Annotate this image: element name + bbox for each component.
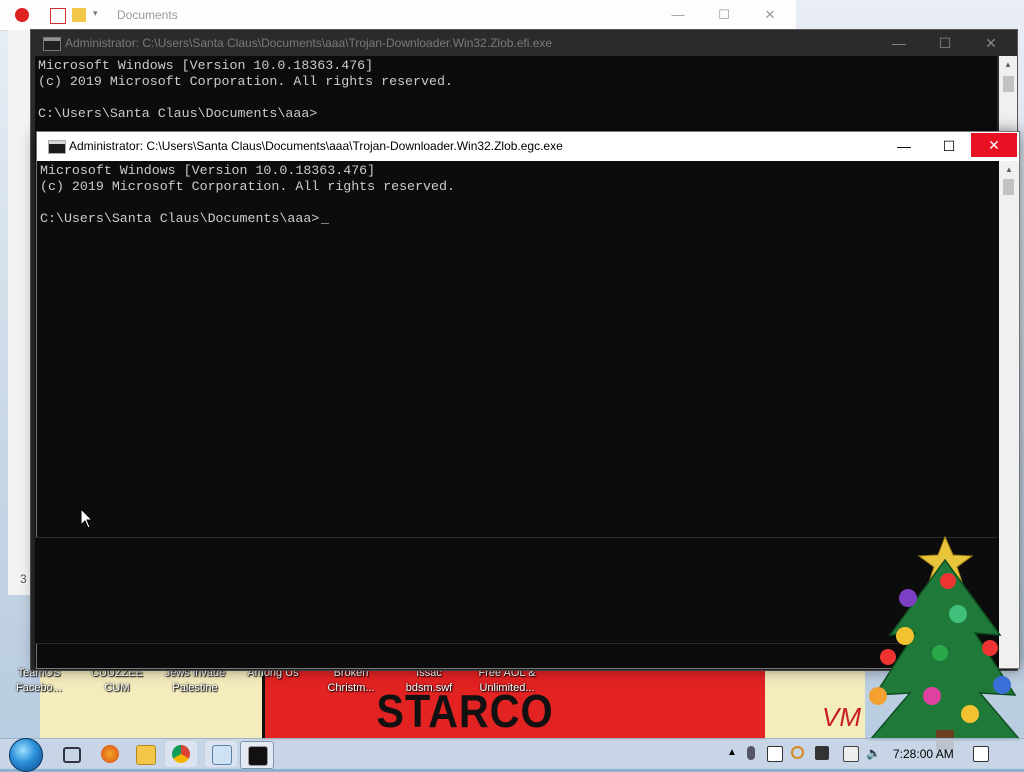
volume-icon[interactable]: 🔈 <box>866 746 881 760</box>
folder-icon <box>136 745 156 765</box>
ornament-icon <box>869 687 887 705</box>
ornament-icon <box>932 645 948 661</box>
ornament-icon <box>961 705 979 723</box>
ornament-icon <box>899 589 917 607</box>
ime-icon[interactable] <box>767 746 783 762</box>
taskbar-command-prompt[interactable] <box>240 741 274 769</box>
close-button[interactable]: ✕ <box>747 5 793 25</box>
desktop-icon-label: Unlimited... <box>479 682 535 694</box>
desktop-icon-label: CUM <box>104 682 130 694</box>
cmd-titlebar[interactable]: Administrator: C:\Users\Santa Claus\Docu… <box>31 30 1017 56</box>
task-view-icon <box>63 747 81 763</box>
start-button[interactable] <box>6 738 44 772</box>
ornament-icon <box>896 627 914 645</box>
text-cursor: _ <box>321 211 329 226</box>
window-title: Documents <box>117 8 178 22</box>
taskbar-task-view[interactable] <box>56 741 88 767</box>
maximize-button[interactable]: ☐ <box>926 133 972 159</box>
properties-icon[interactable] <box>50 8 66 24</box>
christmas-tree-decoration <box>868 535 1020 750</box>
scrollbar-thumb[interactable] <box>1003 179 1014 195</box>
desktop-icon-label: Christm... <box>327 682 375 694</box>
new-folder-icon[interactable] <box>72 8 86 22</box>
clock[interactable]: 7:28:00 AM <box>893 747 954 761</box>
ornament-icon <box>993 676 1011 694</box>
firefox-icon <box>101 745 119 763</box>
explorer-titlebar[interactable]: ▾ Documents — ☐ ✕ <box>0 0 796 31</box>
taskbar: ▲ 🔈 7:28:00 AM <box>0 738 1024 772</box>
chrome-icon <box>172 745 190 763</box>
minimize-button[interactable]: — <box>655 5 701 25</box>
security-icon[interactable] <box>815 746 829 760</box>
desktop-icon-label: bdsm.swf <box>405 682 453 694</box>
chevron-down-icon[interactable]: ▾ <box>93 8 107 22</box>
cmd-app-icon <box>48 140 66 154</box>
chevron-up-icon[interactable]: ▲ <box>727 746 741 760</box>
scroll-up-icon[interactable]: ▲ <box>999 56 1017 73</box>
command-prompt-icon <box>248 746 268 766</box>
app-icon[interactable] <box>15 8 29 22</box>
ornament-icon <box>982 640 998 656</box>
taskbar-control-panel[interactable] <box>205 741 237 767</box>
desktop-icon-label: Palestine <box>172 682 218 694</box>
taskbar-chrome[interactable] <box>165 741 197 767</box>
desktop-icon-label: Facebo... <box>16 682 62 694</box>
windows-logo-icon <box>9 738 43 772</box>
console-text: Microsoft Windows [Version 10.0.18363.47… <box>38 58 453 121</box>
scrollbar-thumb[interactable] <box>1003 76 1014 92</box>
minimize-button[interactable]: — <box>881 133 927 159</box>
cmd-titlebar[interactable]: Administrator: C:\Users\Santa Claus\Docu… <box>37 132 1019 161</box>
maximize-button[interactable]: ☐ <box>922 30 968 56</box>
control-panel-icon <box>212 745 232 765</box>
scroll-up-icon[interactable]: ▲ <box>999 161 1019 178</box>
network-icon[interactable] <box>843 746 859 762</box>
mouse-cursor-icon <box>80 508 94 529</box>
close-button[interactable]: ✕ <box>971 133 1017 157</box>
ornament-icon <box>880 649 896 665</box>
ornament-icon <box>940 573 956 589</box>
ornament-icon <box>949 605 967 623</box>
explorer-status-text: 3 <box>20 572 27 586</box>
window-title: Administrator: C:\Users\Santa Claus\Docu… <box>65 36 553 50</box>
taskbar-file-explorer[interactable] <box>129 741 161 767</box>
maximize-button[interactable]: ☐ <box>701 5 747 25</box>
close-button[interactable]: ✕ <box>968 30 1014 56</box>
taskbar-firefox[interactable] <box>94 741 126 767</box>
microphone-icon[interactable] <box>747 746 755 760</box>
console-text: Microsoft Windows [Version 10.0.18363.47… <box>40 163 455 226</box>
notifications-icon[interactable] <box>973 746 989 762</box>
search-icon[interactable] <box>791 746 804 759</box>
window-title: Administrator: C:\Users\Santa Claus\Docu… <box>69 139 563 153</box>
ornament-icon <box>923 687 941 705</box>
minimize-button[interactable]: — <box>876 30 922 56</box>
cmd-app-icon <box>43 37 61 51</box>
